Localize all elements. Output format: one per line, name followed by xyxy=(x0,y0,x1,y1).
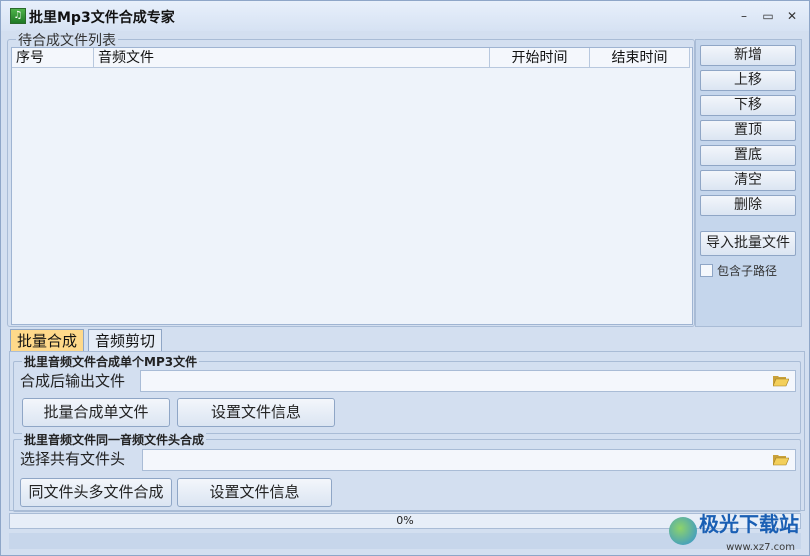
output-file-label: 合成后输出文件 xyxy=(20,372,126,390)
include-subpath-checkbox[interactable] xyxy=(700,264,713,277)
file-list[interactable]: 序号 音频文件 开始时间 结束时间 xyxy=(11,47,693,325)
folder-open-icon[interactable] xyxy=(773,374,789,387)
same-head-merge-legend: 批里音频文件同一音频文件头合成 xyxy=(22,431,207,448)
add-button[interactable]: 新增 xyxy=(700,45,796,66)
progress-text: 0% xyxy=(396,514,414,527)
common-head-field[interactable] xyxy=(142,449,796,471)
move-up-button[interactable]: 上移 xyxy=(700,70,796,91)
set-file-info-button[interactable]: 设置文件信息 xyxy=(177,398,335,427)
watermark-logo xyxy=(669,517,697,545)
close-button[interactable]: ✕ xyxy=(783,7,801,25)
column-header-end-time[interactable]: 结束时间 xyxy=(590,48,690,68)
column-header-audio-file[interactable]: 音频文件 xyxy=(94,48,490,68)
watermark-brand: 极光下载站 xyxy=(699,512,799,536)
tab-audio-cut[interactable]: 音频剪切 xyxy=(88,329,163,351)
title-bar[interactable]: ♫ 批里Mp3文件合成专家 – ▭ ✕ xyxy=(1,1,809,31)
same-head-merge-button[interactable]: 同文件头多文件合成 xyxy=(20,478,172,507)
set-file-info-button-2[interactable]: 设置文件信息 xyxy=(177,478,332,507)
batch-merge-panel: 批里音频文件合成单个MP3文件 合成后输出文件 批量合成单文件 设置文件信息 批… xyxy=(9,351,805,512)
app-window: ♫ 批里Mp3文件合成专家 – ▭ ✕ 待合成文件列表 序号 音频文件 开始时间… xyxy=(0,0,810,556)
common-head-label: 选择共有文件头 xyxy=(20,450,126,468)
tab-batch-merge[interactable]: 批量合成 xyxy=(10,329,85,351)
single-file-merge-group: 批里音频文件合成单个MP3文件 合成后输出文件 批量合成单文件 设置文件信息 xyxy=(13,353,801,434)
move-to-bottom-button[interactable]: 置底 xyxy=(700,145,796,166)
include-subpath-option[interactable]: 包含子路径 xyxy=(700,262,777,279)
move-to-top-button[interactable]: 置顶 xyxy=(700,120,796,141)
clear-button[interactable]: 清空 xyxy=(700,170,796,191)
window-title: 批里Mp3文件合成专家 xyxy=(29,10,175,26)
delete-button[interactable]: 删除 xyxy=(700,195,796,216)
app-icon: ♫ xyxy=(10,8,26,24)
import-batch-button[interactable]: 导入批量文件 xyxy=(700,231,796,256)
watermark-url: www.xz7.com xyxy=(726,542,795,553)
single-file-merge-legend: 批里音频文件合成单个MP3文件 xyxy=(22,353,200,370)
column-header-index[interactable]: 序号 xyxy=(12,48,94,68)
same-head-merge-group: 批里音频文件同一音频文件头合成 选择共有文件头 同文件头多文件合成 设置文件信息 xyxy=(13,431,801,512)
column-header-start-time[interactable]: 开始时间 xyxy=(490,48,590,68)
folder-open-icon[interactable] xyxy=(773,453,789,466)
list-actions-panel: 新增 上移 下移 置顶 置底 清空 删除 导入批量文件 包含子路径 xyxy=(695,39,802,327)
output-file-field[interactable] xyxy=(140,370,796,392)
maximize-button[interactable]: ▭ xyxy=(759,7,777,25)
batch-merge-single-button[interactable]: 批量合成单文件 xyxy=(22,398,170,427)
move-down-button[interactable]: 下移 xyxy=(700,95,796,116)
include-subpath-label: 包含子路径 xyxy=(717,264,778,278)
minimize-button[interactable]: – xyxy=(735,7,753,25)
